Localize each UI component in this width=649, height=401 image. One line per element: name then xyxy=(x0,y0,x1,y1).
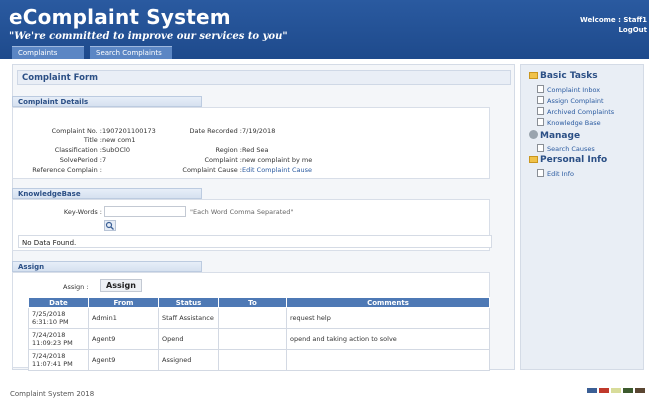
complaint-value: new complaint by me xyxy=(242,156,313,164)
col-to: To xyxy=(218,297,287,308)
complaint-no-value: 1907201100173 xyxy=(102,127,156,135)
gear-icon xyxy=(529,130,538,139)
search-icon xyxy=(105,221,114,230)
knowledgebase-header: KnowledgeBase xyxy=(12,188,202,199)
sidebar-item-search-causes[interactable]: Search Causes xyxy=(537,144,595,153)
logout-link[interactable]: LogOut xyxy=(618,26,647,34)
theme-swatch-yellow[interactable] xyxy=(611,388,621,393)
theme-swatch-red[interactable] xyxy=(599,388,609,393)
form-title: Complaint Form xyxy=(22,73,99,83)
title-label: Title : xyxy=(83,136,102,144)
complaint-details-header: Complaint Details xyxy=(12,96,202,107)
cell-status: Staff Assistance xyxy=(158,307,219,329)
title-value: new com1 xyxy=(102,136,136,144)
document-icon xyxy=(537,107,544,115)
cell-from: Agent9 xyxy=(88,349,159,371)
assign-label: Assign : xyxy=(63,283,89,291)
table-row: 7/25/2018 6:31:10 PM Admin1 Staff Assist… xyxy=(28,307,490,329)
keywords-label: Key-Words : xyxy=(63,208,102,216)
cell-from: Agent9 xyxy=(88,328,159,350)
theme-swatch-brown[interactable] xyxy=(635,388,645,393)
cell-date: 7/25/2018 6:31:10 PM xyxy=(28,307,89,329)
col-date: Date xyxy=(28,297,89,308)
sidebar-item-archived-complaints[interactable]: Archived Complaints xyxy=(537,107,614,116)
keywords-hint: "Each Word Comma Separated" xyxy=(190,208,294,216)
no-data-text: No Data Found. xyxy=(22,239,77,247)
cause-label: Complaint Cause : xyxy=(182,166,242,174)
app-tagline: "We're committed to improve our services… xyxy=(9,31,288,42)
cell-comments: opend and taking action to solve xyxy=(286,328,490,350)
solve-period-value: 7 xyxy=(102,156,107,164)
tab-complaints-inbox[interactable]: Complaints Inbox xyxy=(12,46,84,70)
cell-status: Assigned xyxy=(158,349,219,371)
col-comments: Comments xyxy=(286,297,490,308)
date-recorded-label: Date Recorded : xyxy=(189,127,242,135)
theme-swatch-blue[interactable] xyxy=(587,388,597,393)
document-icon xyxy=(537,85,544,93)
col-status: Status xyxy=(158,297,219,308)
footer-text: Complaint System 2018 xyxy=(10,390,95,398)
manage-heading: Manage xyxy=(529,130,580,141)
theme-swatch-green[interactable] xyxy=(623,388,633,393)
cell-to xyxy=(218,349,287,371)
table-header-row: Date From Status To Comments xyxy=(28,297,490,308)
sidebar-item-edit-info[interactable]: Edit Info xyxy=(537,169,574,178)
table-row: 7/24/2018 11:07:41 PM Agent9 Assigned xyxy=(28,349,490,371)
document-icon xyxy=(537,96,544,104)
table-row: 7/24/2018 11:09:23 PM Agent9 Opend opend… xyxy=(28,328,490,350)
cell-status: Opend xyxy=(158,328,219,350)
cell-comments: request help xyxy=(286,307,490,329)
col-from: From xyxy=(88,297,159,308)
edit-cause-link[interactable]: Edit Complaint Cause xyxy=(242,166,312,174)
classification-value: SubOCl0 xyxy=(102,146,130,154)
sidebar-item-complaint-inbox[interactable]: Complaint Inbox xyxy=(537,85,600,94)
cell-comments xyxy=(286,349,490,371)
solve-period-label: SolvePeriod : xyxy=(59,156,102,164)
form-title-bar: Complaint Form xyxy=(17,70,511,85)
sidebar-item-knowledge-base[interactable]: Knowledge Base xyxy=(537,118,601,127)
reference-label: Reference Complain : xyxy=(32,166,102,174)
app-title: eComplaint System xyxy=(9,5,231,29)
region-value: Red Sea xyxy=(242,146,269,154)
keywords-input[interactable] xyxy=(104,206,186,217)
region-label: Region : xyxy=(215,146,242,154)
search-button[interactable] xyxy=(104,220,116,231)
cell-to xyxy=(218,307,287,329)
complaint-label: Complaint : xyxy=(204,156,243,164)
assignment-history-table: Date From Status To Comments 7/25/2018 6… xyxy=(28,297,490,371)
document-icon xyxy=(537,144,544,152)
date-recorded-value: 7/19/2018 xyxy=(242,127,276,135)
document-icon xyxy=(537,169,544,177)
cell-date: 7/24/2018 11:09:23 PM xyxy=(28,328,89,350)
tab-search-complaints[interactable]: Search Complaints xyxy=(90,46,172,59)
complaint-no-label: Complaint No. : xyxy=(51,127,102,135)
cell-to xyxy=(218,328,287,350)
assign-button[interactable]: Assign xyxy=(100,279,142,292)
header-bar: eComplaint System "We're committed to im… xyxy=(0,0,649,70)
basic-tasks-heading: Basic Tasks xyxy=(529,71,598,81)
personal-info-heading: Personal Info xyxy=(529,155,607,165)
sidebar-item-assign-complaint[interactable]: Assign Complaint xyxy=(537,96,604,105)
assign-header: Assign xyxy=(12,261,202,272)
folder-icon xyxy=(529,72,538,79)
cell-from: Admin1 xyxy=(88,307,159,329)
classification-label: Classification : xyxy=(54,146,102,154)
folder-icon xyxy=(529,156,538,163)
document-icon xyxy=(537,118,544,126)
sidebar: Basic Tasks Complaint Inbox Assign Compl… xyxy=(520,64,644,370)
no-data-box: No Data Found. xyxy=(18,235,492,248)
welcome-text: Welcome : Staff1 xyxy=(580,16,647,24)
cell-date: 7/24/2018 11:07:41 PM xyxy=(28,349,89,371)
